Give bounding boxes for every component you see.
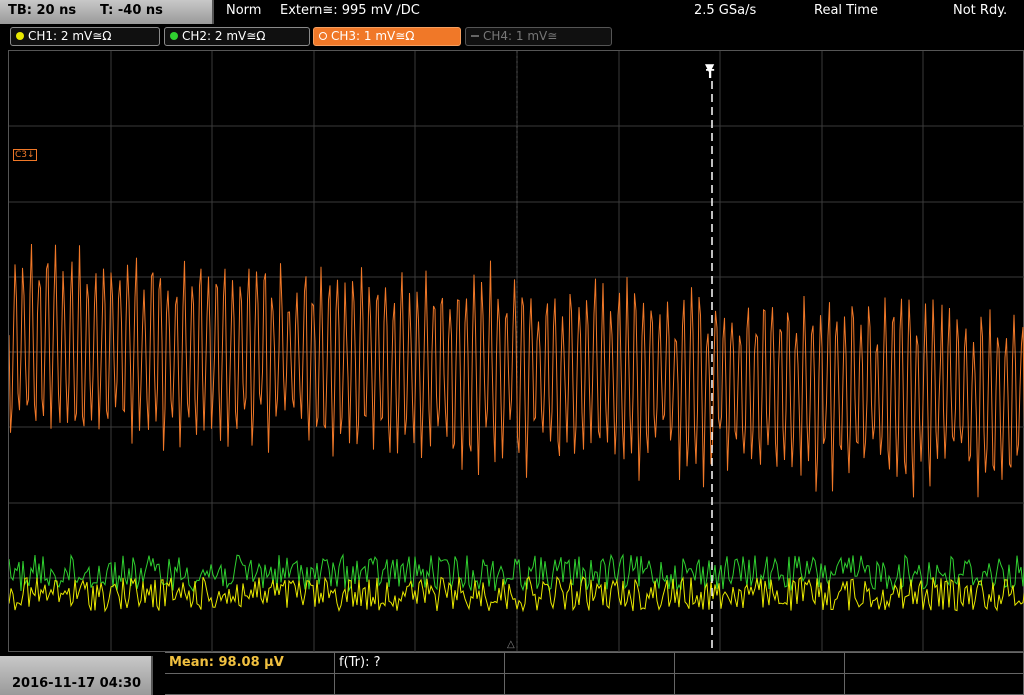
channel-tab-ch3[interactable]: CH3: 1 mV≅Ω [313, 27, 461, 46]
waveform-plot[interactable] [9, 51, 1024, 653]
channel-tab-ch1[interactable]: CH1: 2 mV≅Ω [10, 27, 160, 46]
trigger-source[interactable]: Extern≅: 995 mV ∕DC [280, 3, 420, 18]
measurement-freq-cell[interactable]: f(Tr): ? [335, 653, 505, 674]
ch3-indicator-icon [319, 31, 327, 40]
timebase-label[interactable]: TB: 20 ns [8, 3, 76, 18]
measurement-empty-cell-2[interactable] [675, 653, 845, 674]
channel-bar: CH1: 2 mV≅Ω CH2: 2 mV≅Ω CH3: 1 mV≅Ω CH4:… [0, 24, 1024, 48]
trigger-marker-label: T [706, 67, 715, 81]
channel-tab-ch4[interactable]: CH4: 1 mV≅ [465, 27, 612, 46]
channel-tab-ch2[interactable]: CH2: 2 mV≅Ω [164, 27, 310, 46]
measurement-empty-cell-6[interactable] [505, 674, 675, 695]
trigger-time-label[interactable]: T: -40 ns [100, 3, 163, 18]
measurement-panel[interactable]: Mean: 98.08 μV f(Tr): ? [165, 652, 1024, 695]
timebase-box[interactable]: TB: 20 ns T: -40 ns [0, 0, 214, 24]
ch2-indicator-icon [170, 31, 178, 40]
measurement-mean-cell[interactable]: Mean: 98.08 μV [165, 653, 335, 674]
ch1-label: CH1: 2 mV≅Ω [28, 29, 112, 43]
ch3-reference-marker[interactable]: C3↓ [13, 149, 37, 161]
measurement-empty-cell-1[interactable] [505, 653, 675, 674]
top-status-bar: TB: 20 ns T: -40 ns Norm Extern≅: 995 mV… [0, 0, 1024, 24]
sample-rate[interactable]: 2.5 GSa/s [694, 3, 756, 18]
ch1-indicator-icon [16, 31, 24, 40]
measurement-empty-cell-7[interactable] [675, 674, 845, 695]
measurement-mean: Mean: 98.08 μV [169, 655, 284, 670]
measurement-freq: f(Tr): ? [339, 655, 381, 670]
ch3-label: CH3: 1 mV≅Ω [331, 29, 415, 43]
datetime-box: 2016-11-17 04:30 [0, 656, 153, 695]
waveform-display[interactable]: C3↓ ▼ T △ [8, 50, 1024, 653]
trigger-mode[interactable]: Norm [226, 3, 261, 18]
bottom-bar: 2016-11-17 04:30 Mean: 98.08 μV f(Tr): ? [0, 652, 1024, 695]
acquisition-status: Not Rdy. [953, 3, 1008, 18]
measurement-empty-cell-8[interactable] [845, 674, 1024, 695]
datetime-label: 2016-11-17 04:30 [12, 676, 142, 691]
acquisition-mode[interactable]: Real Time [814, 3, 878, 18]
measurement-empty-cell-4[interactable] [165, 674, 335, 695]
ch4-label: CH4: 1 mV≅ [483, 29, 558, 43]
measurement-empty-cell-5[interactable] [335, 674, 505, 695]
time-reference-icon: △ [507, 639, 515, 650]
ch4-indicator-icon [471, 34, 479, 37]
ch2-label: CH2: 2 mV≅Ω [182, 29, 266, 43]
measurement-empty-cell-3[interactable] [845, 653, 1024, 674]
